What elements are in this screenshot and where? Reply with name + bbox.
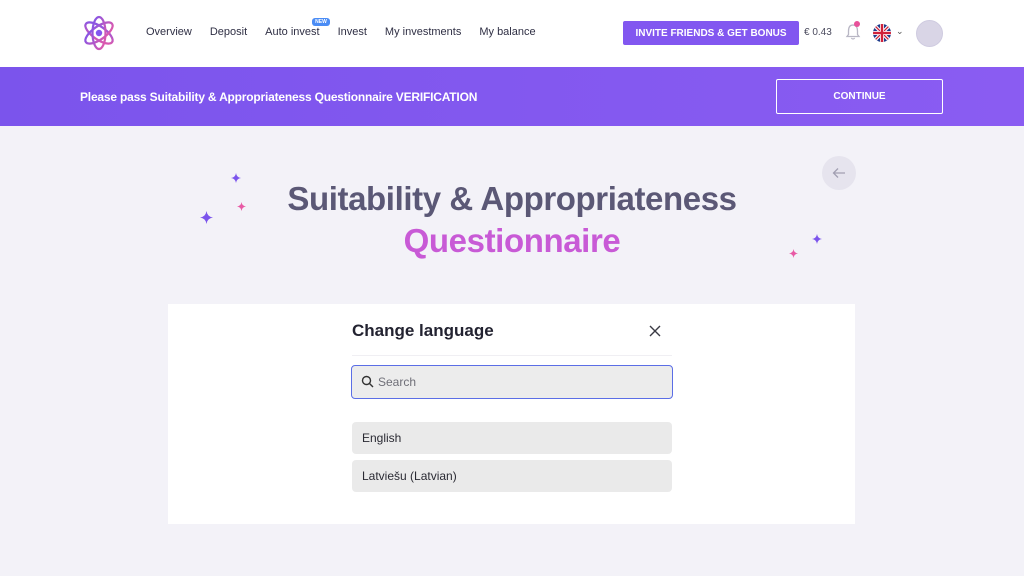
user-avatar[interactable] bbox=[916, 20, 943, 47]
search-icon bbox=[361, 375, 374, 388]
nav-auto-invest[interactable]: Auto invest NEW bbox=[265, 18, 330, 38]
language-option-latvian[interactable]: Latviešu (Latvian) bbox=[352, 460, 672, 492]
nav-my-investments[interactable]: My investments bbox=[385, 26, 461, 38]
top-header: Overview Deposit Auto invest NEW Invest … bbox=[0, 0, 1024, 67]
close-icon[interactable] bbox=[645, 321, 665, 341]
arrow-left-icon bbox=[832, 168, 845, 178]
nav-deposit[interactable]: Deposit bbox=[210, 26, 247, 38]
nav-auto-invest-label: Auto invest bbox=[265, 26, 320, 38]
notification-dot bbox=[854, 21, 860, 27]
search-input[interactable] bbox=[378, 373, 658, 391]
modal-title: Change language bbox=[352, 321, 494, 340]
main-nav: Overview Deposit Auto invest NEW Invest … bbox=[146, 18, 554, 38]
atom-logo-icon[interactable] bbox=[80, 14, 118, 52]
language-option-english[interactable]: English bbox=[352, 422, 672, 454]
nav-overview[interactable]: Overview bbox=[146, 26, 192, 38]
banner-message: Please pass Suitability & Appropriatenes… bbox=[80, 90, 478, 104]
page-title: Suitability & Appropriateness bbox=[287, 180, 737, 217]
uk-flag-icon[interactable] bbox=[873, 24, 891, 42]
chevron-down-icon[interactable]: ⌄ bbox=[896, 26, 904, 37]
new-badge: NEW bbox=[312, 18, 330, 26]
balance-amount: € 0.43 bbox=[804, 27, 832, 38]
verification-banner: Please pass Suitability & Appropriatenes… bbox=[0, 67, 1024, 126]
invite-friends-button[interactable]: INVITE FRIENDS & GET BONUS bbox=[623, 21, 799, 45]
continue-button[interactable]: CONTINUE bbox=[776, 79, 943, 114]
divider bbox=[352, 355, 672, 356]
nav-invest[interactable]: Invest bbox=[338, 26, 367, 38]
page-subtitle: Questionnaire bbox=[403, 222, 621, 259]
nav-my-balance[interactable]: My balance bbox=[479, 26, 535, 38]
